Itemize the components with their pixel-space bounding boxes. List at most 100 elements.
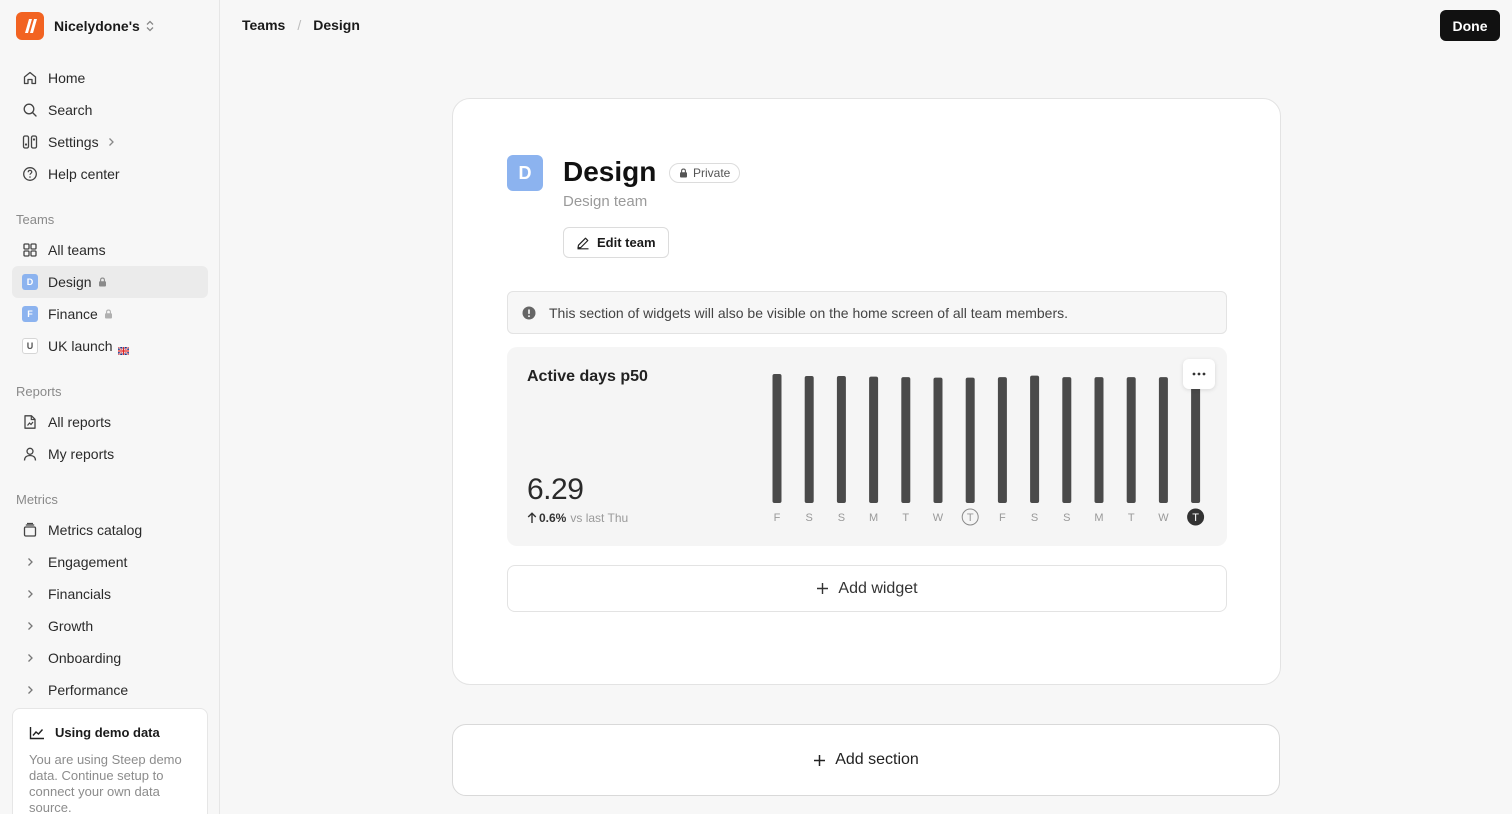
page-title: Design xyxy=(563,156,657,187)
workspace-name: Nicelydone's xyxy=(54,18,140,34)
x-tick-label: S xyxy=(1031,512,1038,524)
x-tick-label: S xyxy=(1063,512,1070,524)
nav-group-onboarding[interactable]: Onboarding xyxy=(12,642,208,674)
nav-my-reports-label: My reports xyxy=(48,446,115,462)
nav-group-label: Financials xyxy=(48,586,112,602)
x-tick-label: T xyxy=(1192,512,1199,524)
x-tick-label: M xyxy=(1094,512,1103,524)
nav-group-label: Performance xyxy=(48,682,129,698)
widget-value: 6.29 xyxy=(527,473,584,506)
user-icon xyxy=(22,446,38,462)
bar xyxy=(965,377,975,503)
widget-more-button[interactable] xyxy=(1183,359,1215,389)
edit-team-button[interactable]: Edit team xyxy=(563,227,669,258)
nav-home[interactable]: Home xyxy=(12,62,208,94)
uk-flag-icon xyxy=(117,342,130,356)
bar xyxy=(901,377,911,503)
x-tick-label: S xyxy=(806,512,813,524)
demo-data-card[interactable]: Using demo data You are using Steep demo… xyxy=(12,708,208,814)
breadcrumb-teams[interactable]: Teams xyxy=(242,17,285,33)
home-icon xyxy=(22,70,38,86)
demo-text: You are using Steep demo data. Continue … xyxy=(29,752,182,814)
nav-group-growth[interactable]: Growth xyxy=(12,610,208,642)
workspace-logo xyxy=(16,12,44,40)
breadcrumb: Teams / Design xyxy=(242,16,360,34)
metric-widget[interactable]: Active days p50 6.29 0.6% vs last Thu F S… xyxy=(507,347,1227,546)
team-section-card: D Design Private Design team Edit team T… xyxy=(452,98,1281,685)
nav-help-center[interactable]: Help center xyxy=(12,158,208,190)
info-notice-text: This section of widgets will also be vis… xyxy=(549,304,1069,321)
reports-section-label: Reports xyxy=(16,384,62,399)
nav-group-label: Growth xyxy=(48,618,94,634)
more-horizontal-icon xyxy=(1192,372,1206,376)
team-badge-finance: F xyxy=(22,306,38,322)
x-tick-label: T xyxy=(902,512,909,524)
nav-search[interactable]: Search xyxy=(12,94,208,126)
x-tick-label: M xyxy=(869,512,878,524)
x-tick-label: T xyxy=(967,512,974,524)
teams-section-label: Teams xyxy=(16,212,55,227)
nav-group-label: Onboarding xyxy=(48,650,122,666)
sidebar-item-design[interactable]: D Design xyxy=(12,266,208,298)
nav-group-performance[interactable]: Performance xyxy=(12,674,208,706)
private-badge-label: Private xyxy=(693,166,731,180)
lock-icon xyxy=(680,168,687,178)
nav-all-teams-label: All teams xyxy=(48,242,106,258)
demo-title: Using demo data xyxy=(55,725,160,740)
chevron-right-icon xyxy=(22,682,38,698)
plus-icon xyxy=(814,754,826,766)
nav-all-teams[interactable]: All teams xyxy=(12,234,208,266)
nav-all-reports[interactable]: All reports xyxy=(12,406,208,438)
widget-delta-text: vs last Thu xyxy=(570,511,629,525)
team-badge-design: D xyxy=(22,274,38,290)
pencil-icon xyxy=(577,237,589,249)
nav-group-engagement[interactable]: Engagement xyxy=(12,546,208,578)
search-icon xyxy=(22,102,38,118)
x-tick-label: W xyxy=(1158,512,1169,524)
done-button[interactable]: Done xyxy=(1440,10,1500,41)
nav-home-label: Home xyxy=(48,70,86,86)
widget-delta: 0.6% vs last Thu xyxy=(527,511,628,525)
sidebar-item-design-label: Design xyxy=(48,274,92,290)
team-avatar: D xyxy=(507,155,543,191)
info-notice: This section of widgets will also be vis… xyxy=(507,291,1227,334)
x-tick-label: F xyxy=(774,512,781,524)
nav-settings-label: Settings xyxy=(48,134,99,150)
line-chart-icon xyxy=(29,726,44,739)
add-widget-button[interactable]: Add widget xyxy=(507,565,1227,612)
team-description: Design team xyxy=(563,193,648,210)
nav-group-financials[interactable]: Financials xyxy=(12,578,208,610)
chevron-right-icon xyxy=(22,618,38,634)
bar xyxy=(869,376,879,503)
lock-icon xyxy=(98,277,107,287)
chevron-right-icon xyxy=(22,586,38,602)
nav-metrics-catalog[interactable]: Metrics catalog xyxy=(12,514,208,546)
bar xyxy=(1030,375,1040,503)
x-tick-label: S xyxy=(838,512,845,524)
breadcrumb-current: Design xyxy=(313,17,360,33)
bar xyxy=(1094,377,1104,503)
private-badge: Private xyxy=(669,163,741,183)
sidebar-item-uk-launch[interactable]: U UK launch xyxy=(12,330,208,362)
nav-my-reports[interactable]: My reports xyxy=(12,438,208,470)
help-icon xyxy=(22,166,38,182)
add-section-button[interactable]: Add section xyxy=(452,724,1280,796)
edit-team-label: Edit team xyxy=(597,235,656,250)
nav-settings[interactable]: Settings xyxy=(12,126,208,158)
chevron-right-icon xyxy=(22,554,38,570)
nav-metrics-catalog-label: Metrics catalog xyxy=(48,522,143,538)
bar xyxy=(1062,377,1072,503)
x-tick-label: F xyxy=(999,512,1006,524)
bar xyxy=(804,376,814,503)
workspace-switcher[interactable]: Nicelydone's xyxy=(16,12,155,40)
lock-icon xyxy=(104,309,113,319)
bar xyxy=(933,377,943,503)
sidebar: Nicelydone's Home Search Settings Help c… xyxy=(0,0,220,814)
nav-all-reports-label: All reports xyxy=(48,414,112,430)
sidebar-item-finance[interactable]: F Finance xyxy=(12,298,208,330)
chevron-right-icon xyxy=(22,650,38,666)
metrics-section-label: Metrics xyxy=(16,492,58,507)
arrow-up-icon xyxy=(527,512,537,523)
sidebar-item-uk-launch-label: UK launch xyxy=(48,338,113,354)
nav-group-label: Engagement xyxy=(48,554,128,570)
